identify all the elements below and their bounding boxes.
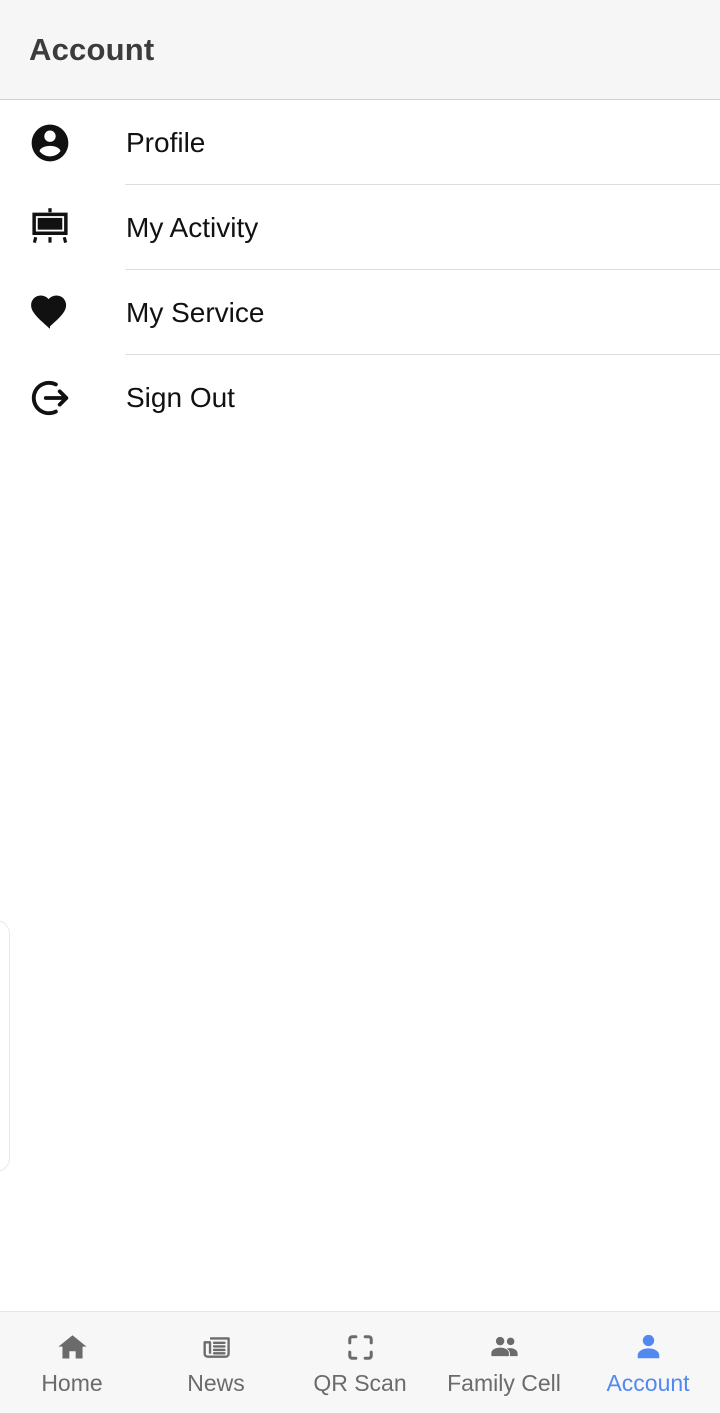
nav-item-label: QR Scan: [313, 1369, 407, 1396]
nav-item-family-cell[interactable]: Family Cell: [432, 1312, 576, 1413]
menu-item-sign-out[interactable]: Sign Out: [0, 355, 720, 440]
offscreen-card-edge: [0, 920, 10, 1172]
heart-icon: [22, 292, 78, 334]
menu-item-my-activity[interactable]: My Activity: [0, 185, 720, 270]
menu-item-label: Sign Out: [126, 381, 235, 413]
account-menu-list: Profile My Activity My Service Sign Out: [0, 100, 720, 440]
page-title: Account: [29, 32, 155, 67]
nav-item-label: Account: [606, 1369, 690, 1396]
nav-item-qr-scan[interactable]: QR Scan: [288, 1312, 432, 1413]
nav-item-label: Family Cell: [447, 1369, 561, 1396]
nav-item-home[interactable]: Home: [0, 1312, 144, 1413]
menu-item-label: My Service: [126, 296, 265, 328]
nav-item-account[interactable]: Account: [576, 1312, 720, 1413]
nav-item-label: Home: [41, 1369, 103, 1396]
easel-icon: [22, 206, 78, 250]
app-header: Account: [0, 0, 720, 106]
menu-item-my-service[interactable]: My Service: [0, 270, 720, 355]
person-icon: [631, 1331, 666, 1365]
nav-item-label: News: [187, 1369, 245, 1396]
qr-scan-icon: [344, 1331, 377, 1365]
people-icon: [487, 1331, 522, 1365]
newspaper-icon: [200, 1331, 233, 1365]
main-content: Profile My Activity My Service Sign Out: [0, 100, 720, 1311]
home-icon: [56, 1331, 89, 1365]
nav-item-news[interactable]: News: [144, 1312, 288, 1413]
app-screen: Account Profile My Activity My Service S…: [0, 0, 720, 1413]
menu-item-profile[interactable]: Profile: [0, 100, 720, 185]
logout-icon: [22, 376, 78, 420]
menu-item-label: Profile: [126, 126, 206, 158]
menu-item-label: My Activity: [126, 211, 259, 243]
bottom-navigation-bar: Home News QR Scan Family Cell Account: [0, 1311, 720, 1413]
account-circle-icon: [22, 121, 78, 165]
